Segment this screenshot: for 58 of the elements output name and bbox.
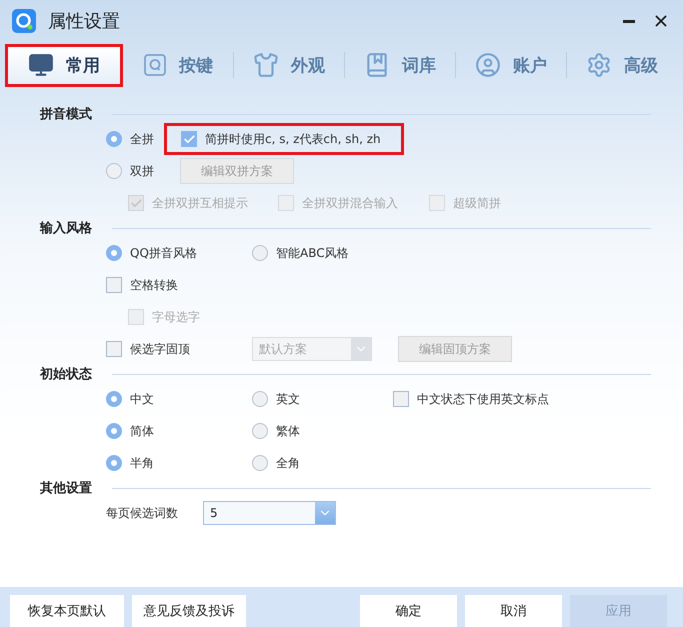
checkbox[interactable] bbox=[393, 391, 409, 407]
window-title: 属性设置 bbox=[48, 10, 121, 33]
option-label: 字母选字 bbox=[152, 308, 200, 326]
checkbox[interactable] bbox=[106, 277, 122, 293]
tab[interactable]: 按键 bbox=[123, 44, 233, 86]
section-title: 拼音模式 bbox=[40, 106, 93, 123]
tab[interactable]: 外观 bbox=[234, 44, 344, 86]
radio-button[interactable] bbox=[106, 131, 122, 147]
q-key-icon bbox=[143, 53, 167, 77]
radio-button[interactable] bbox=[252, 455, 268, 471]
settings-icon bbox=[586, 52, 612, 78]
monitor-icon bbox=[28, 52, 54, 78]
tab[interactable]: 账户 bbox=[456, 44, 566, 86]
option-label: 简拼时使用c, s, z代表ch, sh, zh bbox=[205, 130, 381, 148]
option-label: 空格转换 bbox=[130, 276, 178, 294]
radio-button[interactable] bbox=[106, 163, 122, 179]
radio-button[interactable] bbox=[106, 455, 122, 471]
checkbox[interactable] bbox=[181, 131, 197, 147]
radio-button[interactable] bbox=[106, 423, 122, 439]
check-icon bbox=[130, 196, 142, 210]
footer-button[interactable]: 取消 bbox=[465, 595, 562, 627]
option-label: 全拼 bbox=[130, 130, 154, 148]
footer-button[interactable]: 恢复本页默认 bbox=[10, 595, 124, 627]
option-label: 中文状态下使用英文标点 bbox=[417, 390, 549, 408]
field-label: 每页候选词数 bbox=[106, 504, 178, 522]
checkbox[interactable] bbox=[106, 341, 122, 357]
option-label: 中文 bbox=[130, 390, 154, 408]
radio-button[interactable] bbox=[252, 245, 268, 261]
footer-button[interactable]: 意见反馈及投诉 bbox=[132, 595, 246, 627]
shirt-icon bbox=[253, 52, 279, 78]
user-icon bbox=[475, 52, 501, 78]
section-title: 初始状态 bbox=[40, 366, 93, 383]
app-logo-icon bbox=[12, 9, 36, 33]
section-title: 其他设置 bbox=[40, 480, 93, 497]
radio-button[interactable] bbox=[106, 245, 122, 261]
minimize-icon bbox=[623, 20, 635, 22]
option-label: 候选字固顶 bbox=[130, 340, 190, 358]
option-label: 全角 bbox=[276, 454, 300, 472]
radio-button[interactable] bbox=[106, 391, 122, 407]
tab[interactable]: 高级 bbox=[567, 44, 677, 86]
radio-button[interactable] bbox=[252, 423, 268, 439]
option-label: 全拼双拼混合输入 bbox=[302, 194, 398, 212]
option-label: 繁体 bbox=[276, 422, 300, 440]
option-label: 双拼 bbox=[130, 162, 154, 180]
dropdown[interactable]: 5 bbox=[203, 501, 336, 525]
option-label: 英文 bbox=[276, 390, 300, 408]
option-label: 简体 bbox=[130, 422, 154, 440]
tab[interactable]: 词库 bbox=[345, 44, 455, 86]
option-label: 全拼双拼互相提示 bbox=[152, 194, 248, 212]
tab[interactable]: 常用 bbox=[5, 44, 123, 86]
section-title: 输入风格 bbox=[40, 220, 93, 237]
option-label: QQ拼音风格 bbox=[130, 244, 197, 262]
radio-button[interactable] bbox=[252, 391, 268, 407]
check-icon bbox=[182, 132, 196, 146]
footer-button[interactable]: 确定 bbox=[360, 595, 457, 627]
option-label: 智能ABC风格 bbox=[276, 244, 349, 262]
option-label: 超级简拼 bbox=[453, 194, 501, 212]
option-label: 半角 bbox=[130, 454, 154, 472]
